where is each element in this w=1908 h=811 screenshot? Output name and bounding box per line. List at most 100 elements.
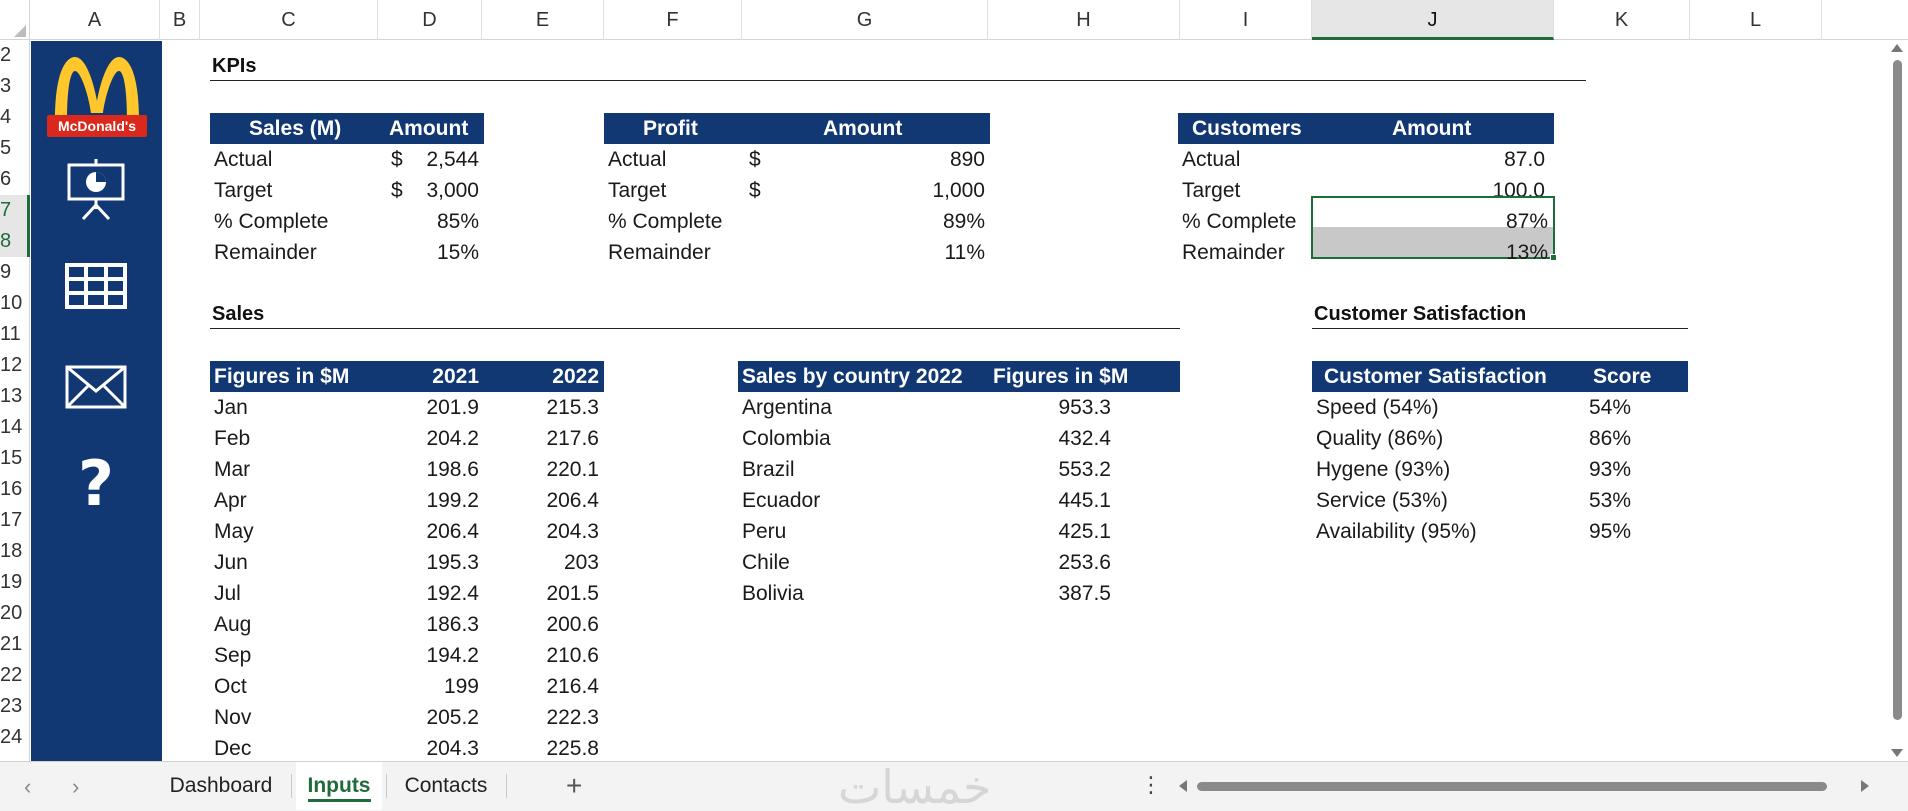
satisfaction-metric: Quality (86%) — [1316, 427, 1444, 450]
vertical-scroll-thumb[interactable] — [1893, 60, 1902, 720]
row-header[interactable]: 20 — [0, 598, 30, 629]
fill-handle[interactable] — [1550, 254, 1557, 261]
row-header[interactable]: 15 — [0, 443, 30, 474]
tab-dashboard[interactable]: Dashboard — [160, 762, 282, 810]
row-header[interactable]: 13 — [0, 381, 30, 412]
select-all-corner[interactable] — [0, 0, 30, 40]
profit-kpi-value: 1,000 — [932, 179, 985, 202]
country-sales-name: Ecuador — [742, 489, 821, 512]
monthly-sales-2022: 220.1 — [546, 458, 599, 481]
monthly-sales-2022: 216.4 — [546, 675, 599, 698]
country-sales-value: 253.6 — [1058, 551, 1111, 574]
vertical-scrollbar[interactable] — [1887, 40, 1908, 761]
monthly-sales-month: Jun — [214, 551, 248, 574]
scroll-up-icon[interactable] — [1891, 44, 1903, 52]
more-options-icon[interactable]: ⋮ — [1140, 772, 1162, 798]
row-header[interactable]: 24 — [0, 722, 30, 753]
monthly-sales-2021: 201.9 — [426, 396, 479, 419]
row-header[interactable]: 17 — [0, 505, 30, 536]
row-header[interactable]: 3 — [0, 71, 30, 102]
tab-label: Contacts — [404, 774, 488, 797]
monthly-sales-month: Mar — [214, 458, 251, 481]
row-header[interactable]: 19 — [0, 567, 30, 598]
monthly-sales-2022: 200.6 — [546, 613, 599, 636]
row-header[interactable]: 16 — [0, 474, 30, 505]
column-header-e[interactable]: E — [482, 0, 604, 40]
row-header[interactable]: 7 — [0, 195, 30, 226]
column-header-j[interactable]: J — [1312, 0, 1554, 40]
column-header-b[interactable]: B — [160, 0, 200, 40]
help-icon[interactable]: ? — [61, 449, 131, 519]
tab-label: Inputs — [307, 774, 371, 802]
row-header[interactable]: 9 — [0, 257, 30, 288]
row-header[interactable]: 10 — [0, 288, 30, 319]
row-header[interactable]: 21 — [0, 629, 30, 660]
mail-icon[interactable] — [61, 353, 131, 423]
worksheet-grid[interactable]: McDonald's ? KPIs Sales (M) Amount Actua… — [31, 41, 1887, 761]
tab-inputs[interactable]: Inputs — [296, 762, 382, 810]
country-sales-value: 553.2 — [1058, 458, 1111, 481]
customers-kpi-value[interactable]: 87% — [1411, 206, 1548, 237]
customers-kpi-value[interactable]: 13% — [1411, 237, 1548, 268]
row-header[interactable]: 5 — [0, 133, 30, 164]
column-header-k[interactable]: K — [1554, 0, 1690, 40]
column-header-l[interactable]: L — [1690, 0, 1822, 40]
kpis-divider — [210, 80, 1586, 81]
satisfaction-score: 93% — [1588, 458, 1631, 481]
profit-kpi-currency: $ — [749, 148, 761, 171]
monthly-sales-2021: 199 — [443, 675, 479, 698]
sales-kpi-value: 15% — [436, 241, 479, 264]
add-sheet-icon[interactable]: + — [566, 770, 582, 802]
satisfaction-score: 54% — [1588, 396, 1631, 419]
column-header-d[interactable]: D — [378, 0, 482, 40]
scroll-down-icon[interactable] — [1891, 749, 1903, 757]
customers-kpi-header-label: Customers — [1192, 117, 1302, 140]
presentation-icon[interactable] — [61, 153, 131, 223]
profit-kpi-header-amount: Amount — [823, 117, 903, 140]
horizontal-scrollbar[interactable] — [1175, 776, 1873, 796]
row-header[interactable]: 12 — [0, 350, 30, 381]
prev-sheet-icon[interactable]: ‹ — [24, 774, 31, 800]
spreadsheet-window: A B C D E F G H I J K L 2 3 4 5 6 7 8 9 … — [0, 0, 1908, 811]
scroll-right-icon[interactable] — [1861, 780, 1869, 792]
row-header[interactable]: 2 — [0, 40, 30, 71]
column-header-h[interactable]: H — [988, 0, 1180, 40]
column-header-f[interactable]: F — [604, 0, 742, 40]
table-grid-icon[interactable] — [61, 253, 131, 323]
monthly-sales-2021: 205.2 — [426, 706, 479, 729]
next-sheet-icon[interactable]: › — [72, 774, 79, 800]
sales-kpi-value: 3,000 — [426, 179, 479, 202]
monthly-sales-2022: 204.3 — [546, 520, 599, 543]
country-sales-header-figures: Figures in $M — [993, 365, 1129, 388]
monthly-sales-month: Nov — [214, 706, 252, 729]
row-header[interactable]: 6 — [0, 164, 30, 195]
tab-contacts[interactable]: Contacts — [392, 762, 500, 810]
monthly-sales-2022: 210.6 — [546, 644, 599, 667]
row-header[interactable]: 14 — [0, 412, 30, 443]
monthly-sales-2021: 186.3 — [426, 613, 479, 636]
column-header-c[interactable]: C — [200, 0, 378, 40]
tab-separator — [506, 774, 507, 798]
country-sales-name: Bolivia — [742, 582, 804, 605]
tab-label: Dashboard — [169, 774, 273, 797]
row-header[interactable]: 4 — [0, 102, 30, 133]
sales-kpi-value: 85% — [436, 210, 479, 233]
row-header[interactable]: 23 — [0, 691, 30, 722]
country-sales-value: 387.5 — [1058, 582, 1111, 605]
horizontal-scroll-thumb[interactable] — [1197, 782, 1827, 791]
sales-kpi-label: % Complete — [214, 210, 329, 233]
scroll-left-icon[interactable] — [1179, 780, 1187, 792]
row-header[interactable]: 8 — [0, 226, 30, 257]
column-header-g[interactable]: G — [742, 0, 988, 40]
satisfaction-title: Customer Satisfaction — [1314, 303, 1527, 325]
column-header-i[interactable]: I — [1180, 0, 1312, 40]
monthly-sales-month: Sep — [214, 644, 252, 667]
column-header-a[interactable]: A — [30, 0, 160, 40]
row-header[interactable]: 18 — [0, 536, 30, 567]
row-header[interactable]: 22 — [0, 660, 30, 691]
mcdonalds-logo[interactable]: McDonald's — [47, 49, 147, 149]
satisfaction-header-label: Customer Satisfaction — [1324, 365, 1547, 388]
profit-kpi-currency: $ — [749, 179, 761, 202]
row-header[interactable]: 11 — [0, 319, 30, 350]
profit-kpi-value: 89% — [942, 210, 985, 233]
